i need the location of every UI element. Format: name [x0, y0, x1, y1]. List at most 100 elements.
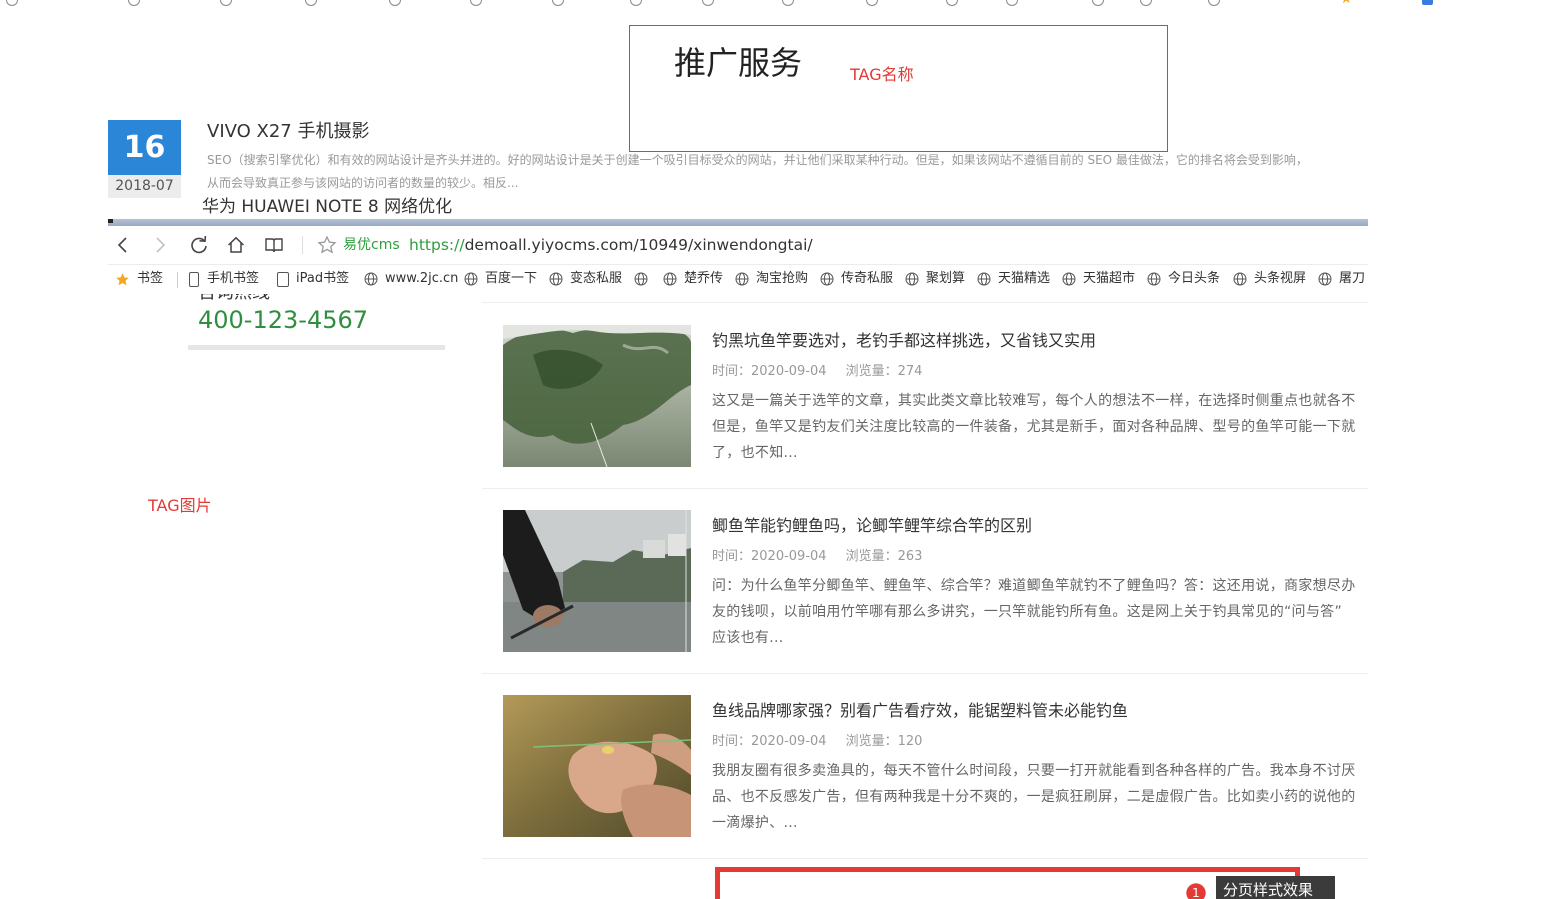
browser-window-edge	[108, 219, 1368, 226]
summary-line: 应该也有...	[712, 630, 784, 646]
article-list-item: 鲫鱼竿能钓鲤鱼吗，论鲫竿鲤竿综合竿的区别 时间：2020-09-04 浏览量：26…	[482, 510, 1368, 674]
article-summary: 我朋友圈有很多卖渔具的，每天不管什么时间段，只要一打开就能看到各种各样的广告。我…	[712, 758, 1368, 836]
bookmark-item[interactable]: iPad书签	[277, 270, 349, 288]
globe-icon[interactable]	[1006, 0, 1018, 6]
bookmark-item[interactable]: 天猫精选	[977, 270, 1050, 288]
globe-icon	[905, 272, 919, 286]
article-meta: 时间：2020-09-04 浏览量：120	[712, 733, 922, 751]
bookmark-item[interactable]: www.2jc.cn	[364, 270, 458, 288]
summary-line: 但是，鱼竿又是钓友们关注度比较高的一件装备，尤其是新手，面对各种品牌、型号的鱼竿…	[712, 419, 1356, 435]
featured-article-summary: SEO（搜索引擎优化）和有效的网站设计是齐头并进的。好的网站设计是关于创建一个吸…	[207, 149, 1367, 195]
bookmark-label: 屠刀	[1339, 271, 1366, 286]
url-scheme: https://	[409, 236, 465, 254]
globe-icon	[1147, 272, 1161, 286]
photo-hands-fishing-line	[503, 695, 691, 837]
back-button[interactable]	[113, 235, 133, 255]
reading-mode-button[interactable]	[264, 235, 284, 255]
article-thumbnail[interactable]	[503, 325, 691, 467]
bookmark-label: 天猫精选	[998, 271, 1051, 286]
article-title[interactable]: 鲫鱼竿能钓鲤鱼吗，论鲫竿鲤竿综合竿的区别	[712, 516, 1032, 536]
globe-icon[interactable]	[866, 0, 878, 6]
bookmark-item[interactable]: 屠刀	[1318, 270, 1365, 288]
article-title[interactable]: 鱼线品牌哪家强？别看广告看疗效，能锯塑料管未必能钓鱼	[712, 701, 1128, 721]
globe-icon	[464, 272, 478, 286]
bookmark-label: 淘宝抢购	[756, 271, 809, 286]
address-bar-url[interactable]: https://demoall.yiyocms.com/10949/xinwen…	[409, 235, 813, 255]
bookmark-item[interactable]: 书签	[115, 270, 163, 288]
article-link-title[interactable]: 华为 HUAWEI NOTE 8 网络优化	[202, 197, 452, 218]
bookmark-item[interactable]: 传奇私服	[820, 270, 893, 288]
bookmark-item[interactable]: 楚乔传	[663, 270, 723, 288]
summary-line: 这又是一篇关于选竿的文章，其实此类文章比较难写，每个人的想法不一样，在选择时侧重…	[712, 393, 1356, 409]
site-name-label: 易优cms	[343, 237, 400, 253]
bookmark-item[interactable]: 聚划算	[905, 270, 965, 288]
summary-line: 从而会导致真正参与该网站的访问者的数量的较少。相反...	[207, 176, 519, 190]
article-thumbnail[interactable]	[503, 510, 691, 652]
bookmark-icon[interactable]	[1422, 0, 1433, 5]
annotation-tag-name: TAG名称	[850, 65, 914, 84]
featured-article-title[interactable]: VIVO X27 手机摄影	[207, 121, 369, 143]
bookmark-item[interactable]: 今日头条	[1147, 270, 1220, 288]
summary-line: 友的钱呗，以前咱用竹竿哪有那么多讲究，一只竿就能钓所有鱼。这是网上关于钓具常见的…	[712, 604, 1343, 620]
globe-icon	[1318, 272, 1332, 286]
bookmark-label: 头条视屏	[1254, 271, 1307, 286]
hotline-label: 咨询热线	[198, 294, 270, 302]
globe-icon[interactable]	[782, 0, 794, 6]
bookmark-label: 书签	[137, 271, 164, 286]
globe-icon[interactable]	[470, 0, 482, 6]
article-title[interactable]: 钓黑坑鱼竿要选对，老钓手都这样挑选，又省钱又实用	[712, 331, 1096, 351]
bookmark-item[interactable]: 变态私服	[549, 270, 622, 288]
globe-icon[interactable]	[1140, 0, 1152, 6]
globe-icon[interactable]	[630, 0, 642, 6]
bookmark-item[interactable]: 百度一下	[464, 270, 537, 288]
bookmark-label: 楚乔传	[684, 271, 724, 286]
bookmark-label: 变态私服	[570, 271, 623, 286]
star-outline-icon	[317, 235, 337, 254]
globe-icon[interactable]	[1092, 0, 1104, 6]
annotation-number-badge: 1	[1186, 883, 1206, 899]
globe-icon[interactable]	[946, 0, 958, 6]
globe-icon[interactable]	[1208, 0, 1220, 6]
refresh-button[interactable]	[189, 235, 209, 255]
summary-line: 了，也不知...	[712, 445, 798, 461]
article-list-item: 鱼线品牌哪家强？别看广告看疗效，能锯塑料管未必能钓鱼 时间：2020-09-04…	[482, 695, 1368, 859]
globe-icon[interactable]	[220, 0, 232, 6]
bookmark-item[interactable]: 头条视屏	[1233, 270, 1306, 288]
embedded-browser-screenshot: 易优cms https://demoall.yiyocms.com/10949/…	[108, 219, 1368, 899]
forward-button[interactable]	[150, 235, 170, 255]
bookmarks-bar: 书签 手机书签 iPad书签 www.2jc.cn 百度一下 变态私服 楚乔传 …	[108, 264, 1368, 294]
favorite-button[interactable]	[317, 235, 337, 255]
globe-icon[interactable]	[389, 0, 401, 6]
globe-icon[interactable]	[128, 0, 140, 6]
tag-name-highlight-box: 推广服务 TAG名称	[629, 25, 1168, 152]
summary-line: 品、也不反感发广告，但有两种我是十分不爽的，一是疯狂刷屏，二是虚假广告。比如卖小…	[712, 789, 1356, 805]
article-date: 时间：2020-09-04	[712, 549, 827, 564]
globe-icon[interactable]	[6, 0, 18, 6]
photo-angler-river	[503, 510, 691, 652]
bookmark-item[interactable]	[634, 270, 655, 288]
article-views: 浏览量：120	[845, 734, 923, 749]
date-badge-month: 2018-07	[108, 175, 181, 198]
url-rest: demoall.yiyocms.com/10949/xinwendongtai/	[464, 236, 813, 254]
pagination-highlight-box	[715, 867, 1300, 899]
summary-line: 问：为什么鱼竿分鲫鱼竿、鲤鱼竿、综合竿？难道鲫鱼竿就钓不了鲤鱼吗？答：这还用说，…	[712, 578, 1356, 594]
globe-icon	[634, 272, 648, 286]
globe-icon[interactable]	[702, 0, 714, 6]
globe-icon[interactable]	[305, 0, 317, 6]
article-summary: 这又是一篇关于选竿的文章，其实此类文章比较难写，每个人的想法不一样，在选择时侧重…	[712, 388, 1368, 466]
article-thumbnail[interactable]	[503, 695, 691, 837]
refresh-icon	[191, 235, 207, 254]
bookmark-label: 今日头条	[1168, 271, 1221, 286]
star-icon[interactable]: ★	[1340, 0, 1353, 6]
bookmark-item[interactable]: 淘宝抢购	[735, 270, 808, 288]
globe-icon	[1062, 272, 1076, 286]
summary-line: 一滴爆护、...	[712, 815, 798, 831]
page-content: 咨询热线 400-123-4567 钓黑坑鱼竿要选对	[108, 294, 1368, 899]
globe-icon[interactable]	[552, 0, 564, 6]
home-button[interactable]	[226, 235, 246, 255]
bookmark-item[interactable]: 天猫超市	[1062, 270, 1135, 288]
bookmark-item[interactable]: 手机书签	[188, 270, 259, 288]
annotation-tooltip: 分页样式效果	[1216, 876, 1335, 899]
chevron-right-icon	[156, 237, 166, 253]
tablet-icon	[277, 271, 289, 287]
